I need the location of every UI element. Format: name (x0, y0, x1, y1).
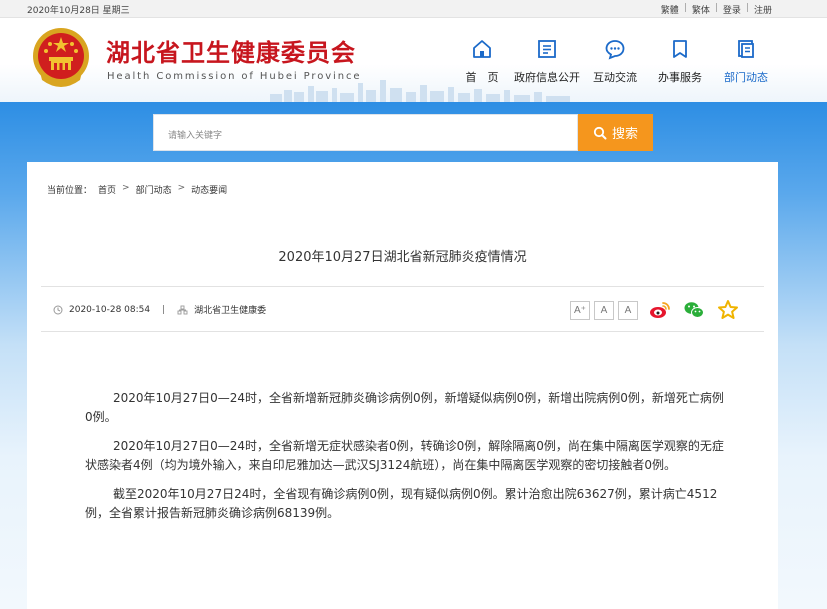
clock-icon (53, 305, 63, 314)
current-date: 2020年10月28日 星期三 (27, 6, 130, 16)
breadcrumb-department-news[interactable]: 部门动态 (136, 183, 172, 196)
breadcrumb-arrow: > (177, 183, 186, 193)
nav-department-news[interactable]: 部门动态 (706, 38, 786, 92)
top-links: 繁體 | 繁体 | 登录 | 注册 (661, 3, 772, 16)
content-panel: 当前位置： 首页 > 部门动态 > 动态要闻 2020年10月27日湖北省新冠肺… (27, 162, 778, 609)
national-emblem-logo (33, 28, 89, 87)
breadcrumb-arrow: > (122, 183, 130, 193)
separator: | (683, 3, 687, 13)
nav-label: 办事服务 (658, 71, 702, 84)
site-subtitle: Health Commission of Hubei Province (107, 71, 362, 82)
chat-icon (605, 40, 625, 60)
organization-icon (177, 305, 188, 314)
document-icon (538, 40, 556, 58)
article-paragraph: 截至2020年10月27日24时，全省现有确诊病例0例，现有疑似病例0例。累计治… (85, 487, 718, 520)
register-link[interactable]: 注册 (754, 3, 772, 16)
wechat-share-icon[interactable] (682, 298, 706, 322)
home-icon (473, 40, 491, 58)
search-input[interactable]: 请输入关键字 (153, 114, 578, 151)
top-bar: 2020年10月28日 星期三 繁體 | 繁体 | 登录 | 注册 (0, 0, 827, 18)
nav-label: 政府信息公开 (514, 71, 580, 84)
breadcrumb-prefix: 当前位置： (47, 186, 93, 196)
font-default-button[interactable]: A (594, 300, 614, 320)
favorite-star-icon[interactable] (716, 298, 740, 322)
site-header: 湖北省卫生健康委员会 Health Commission of Hubei Pr… (0, 18, 827, 102)
article-meta-info: 2020-10-28 08:54 | 湖北省卫生健康委 (53, 303, 266, 316)
separator: | (714, 3, 718, 13)
meta-divider: | (162, 304, 166, 315)
article-meta-bar: 2020-10-28 08:54 | 湖北省卫生健康委 A⁺ A A (41, 286, 764, 332)
breadcrumb-top-news[interactable]: 动态要闻 (191, 183, 227, 196)
nav-label: 首 页 (465, 71, 499, 84)
simplified-chinese-link[interactable]: 繁体 (692, 3, 710, 16)
traditional-chinese-link[interactable]: 繁體 (661, 3, 679, 16)
article-tools: A⁺ A A (570, 298, 740, 322)
article-datetime: 2020-10-28 08:54 (69, 304, 151, 315)
copy-icon (738, 40, 754, 58)
article-source: 湖北省卫生健康委 (194, 306, 267, 316)
nav-label: 部门动态 (724, 71, 768, 84)
search-button[interactable]: 搜索 (578, 114, 653, 151)
font-decrease-button[interactable]: A (618, 300, 638, 320)
breadcrumb: 当前位置： 首页 > 部门动态 > 动态要闻 (47, 183, 227, 196)
article-paragraph: 2020年10月27日0—24时，全省新增新冠肺炎确诊病例0例，新增疑似病例0例… (85, 391, 724, 424)
separator: | (745, 3, 749, 13)
login-link[interactable]: 登录 (723, 3, 741, 16)
breadcrumb-home[interactable]: 首页 (98, 183, 116, 196)
article-title: 2020年10月27日湖北省新冠肺炎疫情情况 (278, 250, 527, 265)
search-icon (593, 126, 607, 139)
bookmark-icon (673, 40, 687, 58)
nav-label: 互动交流 (593, 71, 637, 84)
article-paragraph: 2020年10月27日0—24时，全省新增无症状感染者0例，转确诊0例，解除隔离… (85, 439, 724, 472)
weibo-share-icon[interactable] (648, 298, 672, 322)
article-body: 2020年10月27日0—24时，全省新增新冠肺炎确诊病例0例，新增疑似病例0例… (85, 389, 725, 533)
font-increase-button[interactable]: A⁺ (570, 300, 590, 320)
search-button-label: 搜索 (611, 127, 638, 142)
site-title[interactable]: 湖北省卫生健康委员会 (106, 33, 356, 68)
